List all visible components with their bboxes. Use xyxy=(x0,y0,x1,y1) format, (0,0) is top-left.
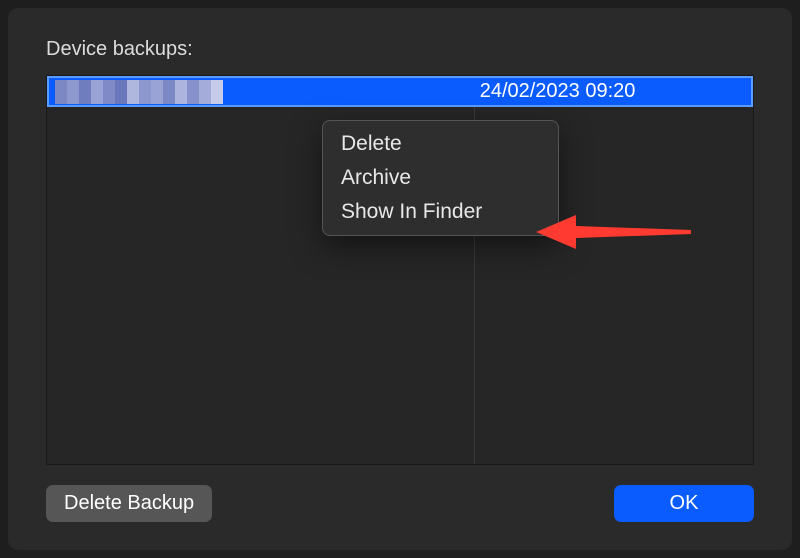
backup-row-selected[interactable]: 24/02/2023 09:20 xyxy=(47,76,753,107)
ok-button[interactable]: OK xyxy=(614,485,754,522)
redacted-name xyxy=(55,80,223,104)
delete-backup-button[interactable]: Delete Backup xyxy=(46,485,212,522)
context-item-delete[interactable]: Delete xyxy=(323,127,558,161)
context-item-show-in-finder[interactable]: Show In Finder xyxy=(323,195,558,229)
annotation-arrow xyxy=(536,212,696,257)
section-label: Device backups: xyxy=(46,38,754,61)
context-menu: Delete Archive Show In Finder xyxy=(322,120,559,236)
backup-name-cell xyxy=(49,80,474,104)
dialog-footer: Delete Backup OK xyxy=(46,485,754,522)
backup-date-cell: 24/02/2023 09:20 xyxy=(474,80,751,103)
dialog-window: Device backups: xyxy=(8,8,792,550)
context-item-archive[interactable]: Archive xyxy=(323,161,558,195)
